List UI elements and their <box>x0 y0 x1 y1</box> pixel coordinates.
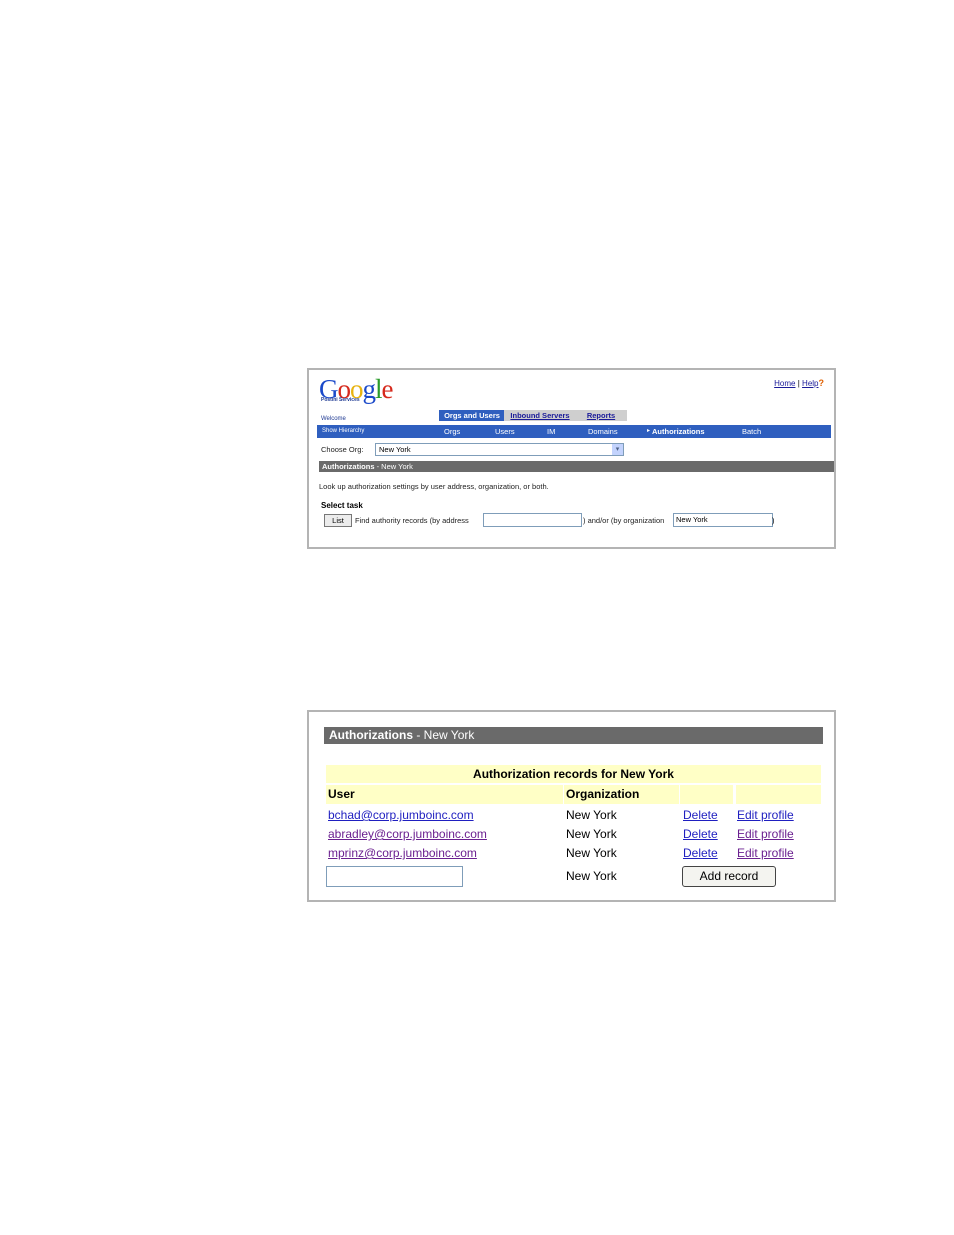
edit-profile-link[interactable]: Edit profile <box>737 808 794 822</box>
section-title: Authorizations <box>322 462 375 471</box>
link-separator: | <box>797 379 800 388</box>
section-org: New York <box>381 462 413 471</box>
org-select-value: New York <box>379 445 411 454</box>
delete-link[interactable]: Delete <box>683 808 718 822</box>
nav-item-users[interactable]: Users <box>495 425 515 438</box>
edit-profile-link[interactable]: Edit profile <box>737 827 794 841</box>
choose-org-label: Choose Org: <box>321 445 364 454</box>
help-icon[interactable]: ? <box>819 378 825 388</box>
nav-item-batch[interactable]: Batch <box>742 425 761 438</box>
sub-nav-bar: Show Hierarchy Orgs Users IM Domains ▸ A… <box>317 425 831 438</box>
list-button[interactable]: List <box>324 514 352 527</box>
edit-profile-link[interactable]: Edit profile <box>737 846 794 860</box>
select-task-label: Select task <box>321 501 363 510</box>
tab-orgs-and-users[interactable]: Orgs and Users <box>439 410 505 421</box>
nav-item-im[interactable]: IM <box>547 425 555 438</box>
home-link[interactable]: Home <box>774 379 795 388</box>
delete-link[interactable]: Delete <box>683 846 718 860</box>
column-header-blank <box>736 785 821 804</box>
find-records-label: Find authority records (by address <box>355 516 469 525</box>
nav-item-authorizations[interactable]: Authorizations <box>652 425 705 438</box>
description-text: Look up authorization settings by user a… <box>319 482 549 491</box>
section-header: Authorizations - New York <box>319 461 834 472</box>
user-link[interactable]: mprinz@corp.jumboinc.com <box>328 846 477 860</box>
org-select[interactable]: New York ▾ <box>375 443 624 456</box>
column-header-user: User <box>326 785 563 804</box>
section-separator: - <box>413 728 424 742</box>
column-header-organization: Organization <box>564 785 679 804</box>
show-hierarchy-link[interactable]: Show Hierarchy <box>322 425 364 438</box>
tab-inbound-servers[interactable]: Inbound Servers <box>504 410 576 421</box>
section-org: New York <box>423 728 475 742</box>
top-links: Home | Help? <box>774 378 824 388</box>
user-link[interactable]: bchad@corp.jumboinc.com <box>328 808 474 822</box>
add-record-button[interactable]: Add record <box>682 866 776 887</box>
nav-item-domains[interactable]: Domains <box>588 425 618 438</box>
org-cell: New York <box>566 846 617 860</box>
org-cell: New York <box>566 827 617 841</box>
orgs-users-screenshot: Google Postini Services Home | Help? Wel… <box>307 368 836 549</box>
table-title: Authorization records for New York <box>326 765 821 783</box>
help-link[interactable]: Help <box>802 379 818 388</box>
chevron-down-icon[interactable]: ▾ <box>612 444 623 455</box>
organization-input[interactable]: New York <box>673 513 773 527</box>
org-cell: New York <box>566 808 617 822</box>
close-paren: ) <box>772 516 775 525</box>
section-title: Authorizations <box>329 728 413 742</box>
selected-arrow-icon: ▸ <box>647 428 651 434</box>
column-header-blank <box>680 785 733 804</box>
nav-item-orgs[interactable]: Orgs <box>444 425 460 438</box>
and-or-label: ) and/or (by organization <box>583 516 665 525</box>
logo-letter: g <box>362 374 376 404</box>
org-cell: New York <box>566 869 617 883</box>
welcome-label: Welcome <box>321 416 346 422</box>
section-header: Authorizations - New York <box>324 727 823 744</box>
logo-subtitle: Postini Services <box>321 397 360 403</box>
delete-link[interactable]: Delete <box>683 827 718 841</box>
authorization-records-screenshot: Authorizations - New York Authorization … <box>307 710 836 902</box>
tab-reports[interactable]: Reports <box>575 410 627 421</box>
user-link[interactable]: abradley@corp.jumboinc.com <box>328 827 487 841</box>
new-user-input[interactable] <box>326 866 463 887</box>
address-input[interactable] <box>483 513 582 527</box>
logo-letter: e <box>381 374 394 404</box>
